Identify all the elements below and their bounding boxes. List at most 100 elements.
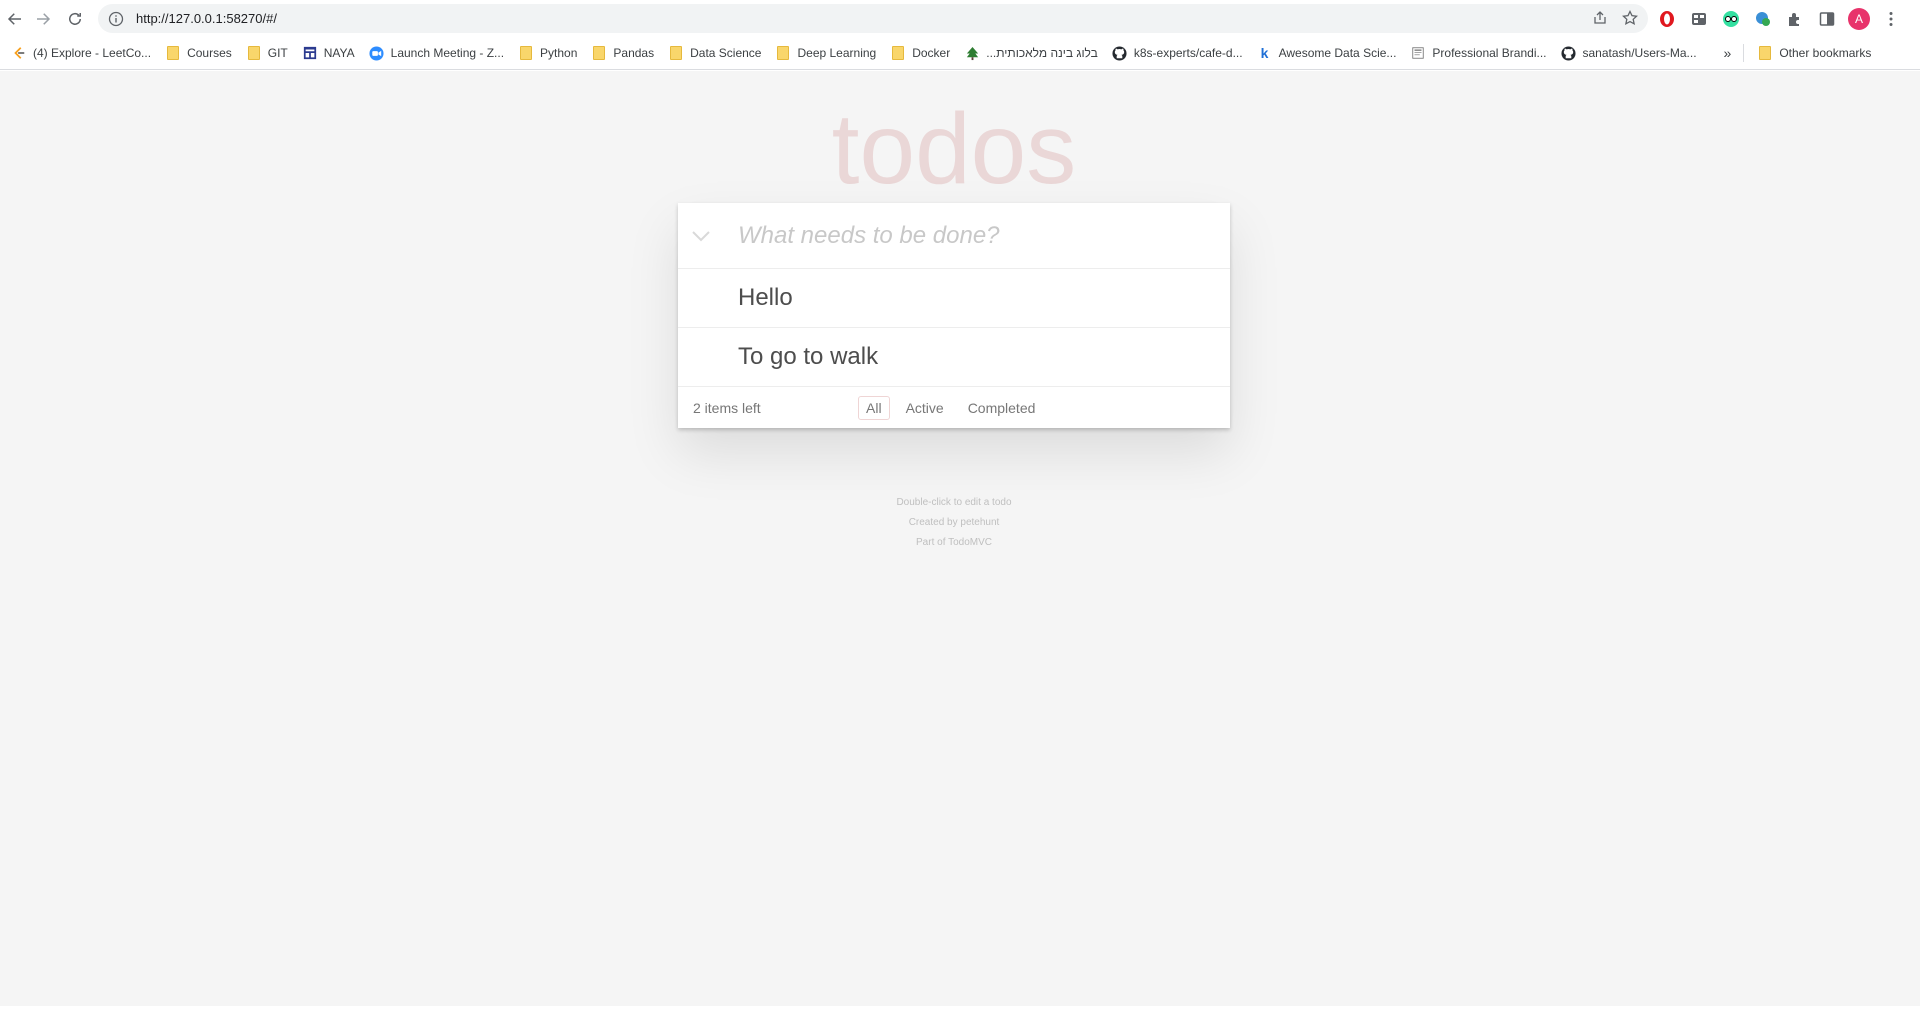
bookmark-python[interactable]: Python bbox=[511, 40, 584, 66]
todo-item[interactable]: Hello bbox=[678, 269, 1230, 328]
opera-extension[interactable] bbox=[1656, 8, 1678, 30]
tripadvisor-icon bbox=[1723, 11, 1739, 27]
bookmark-label: (4) Explore - LeetCo... bbox=[33, 46, 152, 60]
bookmark-deep-learning[interactable]: Deep Learning bbox=[768, 40, 883, 66]
address-bar[interactable]: http://127.0.0.1:58270/#/ bbox=[98, 4, 1648, 33]
bookmark-k8s-experts[interactable]: k8s-experts/cafe-d... bbox=[1105, 40, 1250, 66]
side-panel-button[interactable] bbox=[1816, 8, 1838, 30]
ext-4[interactable] bbox=[1752, 8, 1774, 30]
folder-icon bbox=[1757, 45, 1773, 61]
kebab-menu-icon bbox=[1889, 12, 1893, 26]
bookmark-git[interactable]: GIT bbox=[239, 40, 295, 66]
doc-icon bbox=[1410, 45, 1426, 61]
reload-icon bbox=[69, 12, 81, 25]
bookmark-label: בלוג בינה מלאכותית... bbox=[986, 46, 1098, 60]
bottom-strip bbox=[0, 1006, 1920, 1032]
info-icon[interactable] bbox=[108, 11, 124, 27]
bookmark-label: Python bbox=[540, 46, 578, 60]
todo-label[interactable]: Hello bbox=[738, 284, 793, 312]
page-content: todos Hello To go to walk 2 items left A… bbox=[0, 71, 1920, 1006]
bookmark-ai-blog[interactable]: בלוג בינה מלאכותית... bbox=[957, 40, 1105, 66]
todo-label[interactable]: To go to walk bbox=[738, 343, 878, 371]
leetcode-icon bbox=[11, 45, 27, 61]
info-created-by: Created by petehunt bbox=[908, 517, 1000, 528]
bookmark-label: Awesome Data Scie... bbox=[1278, 46, 1397, 60]
bookmark-label: Courses bbox=[187, 46, 232, 60]
folder-icon bbox=[668, 45, 684, 61]
filter-active[interactable]: Active bbox=[898, 396, 952, 420]
folder-icon bbox=[165, 45, 181, 61]
bookmark-zoom[interactable]: Launch Meeting - Z... bbox=[362, 40, 511, 66]
k-icon: k bbox=[1260, 45, 1269, 61]
address-bar-actions bbox=[1592, 10, 1638, 26]
app-title: todos bbox=[831, 93, 1077, 205]
grid-extension-icon bbox=[1692, 13, 1706, 25]
bookmark-label: NAYA bbox=[323, 46, 355, 60]
share-icon[interactable] bbox=[1592, 10, 1608, 26]
github-icon bbox=[1112, 45, 1128, 61]
folder-icon bbox=[591, 45, 607, 61]
todo-app: Hello To go to walk 2 items left All Act… bbox=[678, 203, 1230, 428]
filters: All Active Completed bbox=[858, 395, 1044, 420]
bookmark-naya[interactable]: NAYA bbox=[295, 40, 362, 66]
info-edit-hint: Double-click to edit a todo bbox=[896, 497, 1012, 508]
folder-icon bbox=[890, 45, 906, 61]
star-icon[interactable] bbox=[1622, 10, 1638, 26]
bookmark-label: GIT bbox=[267, 46, 288, 60]
tree-icon bbox=[964, 45, 980, 61]
new-todo-row bbox=[678, 203, 1230, 269]
puzzle-icon bbox=[1789, 13, 1799, 26]
zoom-icon bbox=[369, 45, 385, 61]
profile-avatar[interactable]: A bbox=[1848, 8, 1870, 30]
folder-icon bbox=[246, 45, 262, 61]
bookmark-label: Deep Learning bbox=[797, 46, 877, 60]
arrow-right-icon bbox=[37, 13, 51, 25]
bookmark-label: Docker bbox=[912, 46, 951, 60]
bookmark-label: sanatash/Users-Ma... bbox=[1582, 46, 1697, 60]
bookmark-awesome-data-science[interactable]: k Awesome Data Scie... bbox=[1250, 40, 1404, 66]
ext-3[interactable] bbox=[1720, 8, 1742, 30]
arrow-left-icon bbox=[7, 13, 21, 25]
bookmark-pandas[interactable]: Pandas bbox=[584, 40, 661, 66]
bookmark-leetcode[interactable]: (4) Explore - LeetCo... bbox=[4, 40, 158, 66]
more-bookmarks-button[interactable]: » bbox=[1718, 45, 1738, 61]
bookmark-docker[interactable]: Docker bbox=[883, 40, 957, 66]
other-bookmarks-folder[interactable]: Other bookmarks bbox=[1750, 40, 1878, 66]
folder-icon bbox=[518, 45, 534, 61]
bookmark-data-science[interactable]: Data Science bbox=[661, 40, 768, 66]
naya-icon bbox=[302, 45, 318, 61]
extensions-button[interactable] bbox=[1784, 8, 1806, 30]
globe-extension-icon bbox=[1756, 12, 1770, 26]
reload-button[interactable] bbox=[60, 4, 90, 34]
items-left-count: 2 items left bbox=[693, 399, 761, 416]
bookmark-users-management[interactable]: sanatash/Users-Ma... bbox=[1553, 40, 1703, 66]
bookmarks-separator bbox=[1743, 44, 1745, 62]
new-todo-input[interactable] bbox=[738, 213, 1218, 259]
bookmarks-bar: (4) Explore - LeetCo... Courses GIT NAYA… bbox=[0, 37, 1920, 70]
bookmark-label: Data Science bbox=[690, 46, 762, 60]
bookmark-label: Professional Brandi... bbox=[1432, 46, 1547, 60]
bookmark-courses[interactable]: Courses bbox=[158, 40, 239, 66]
opera-icon bbox=[1660, 11, 1674, 27]
folder-icon bbox=[775, 45, 791, 61]
bookmark-label: k8s-experts/cafe-d... bbox=[1133, 46, 1243, 60]
menu-button[interactable] bbox=[1880, 8, 1902, 30]
bookmark-professional-branding[interactable]: Professional Brandi... bbox=[1403, 40, 1553, 66]
filter-completed[interactable]: Completed bbox=[960, 396, 1044, 420]
side-panel-icon bbox=[1819, 12, 1835, 26]
github-icon bbox=[1560, 45, 1576, 61]
bookmark-label: Other bookmarks bbox=[1779, 46, 1872, 60]
back-button[interactable] bbox=[0, 4, 30, 34]
ext-2[interactable] bbox=[1688, 8, 1710, 30]
forward-button[interactable] bbox=[28, 4, 58, 34]
todo-footer: 2 items left All Active Completed bbox=[678, 387, 1230, 428]
toggle-all-button[interactable] bbox=[678, 203, 723, 269]
extensions-area: A bbox=[1656, 7, 1902, 31]
bookmark-label: Launch Meeting - Z... bbox=[390, 46, 505, 60]
chevron-down-icon bbox=[691, 231, 710, 242]
filter-all[interactable]: All bbox=[858, 395, 890, 420]
browser-toolbar: http://127.0.0.1:58270/#/ A bbox=[0, 0, 1920, 37]
info-footer: Double-click to edit a todo Created by p… bbox=[678, 493, 1230, 553]
todo-item[interactable]: To go to walk bbox=[678, 328, 1230, 387]
url-text[interactable]: http://127.0.0.1:58270/#/ bbox=[136, 11, 277, 26]
